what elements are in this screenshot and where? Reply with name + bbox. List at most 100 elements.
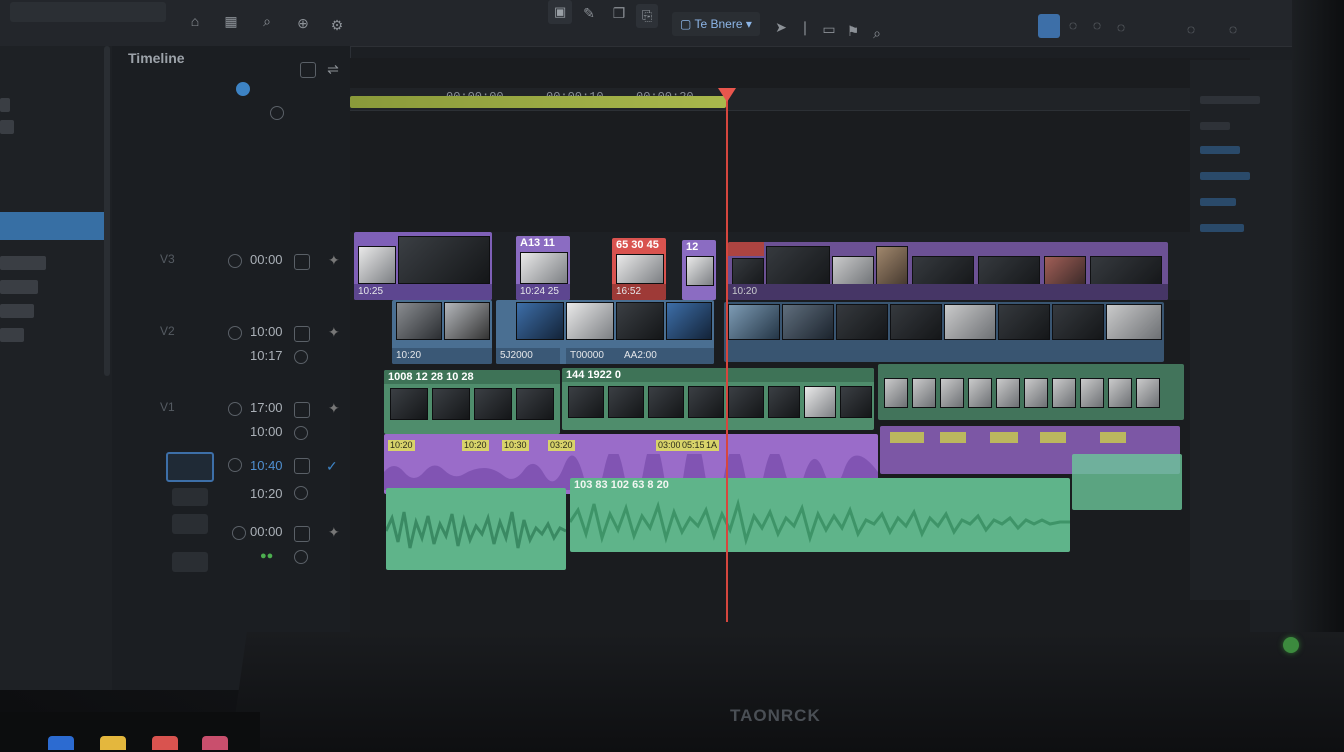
pen-tool-icon[interactable]: ✎ [578, 2, 600, 24]
search-icon[interactable]: ⌕ [256, 10, 278, 32]
sidebar-item[interactable] [0, 304, 34, 318]
select-tool-button[interactable]: ▣ [548, 0, 573, 24]
sidebar-scrollbar[interactable] [104, 46, 110, 376]
audio-channel-button[interactable] [172, 514, 208, 534]
flag-icon[interactable]: ⚑ [842, 20, 864, 42]
inspector-row[interactable] [1200, 146, 1240, 154]
audio-tag-marker [1040, 432, 1066, 443]
timeline-area[interactable]: 00:00:00 00:00:10 00:00:20 10:25 A13 11 … [350, 58, 1250, 690]
inspector-row[interactable] [1200, 122, 1230, 130]
in-out-range-bar[interactable] [350, 96, 726, 108]
copy-icon[interactable]: ❐ [608, 2, 630, 24]
mute-icon[interactable]: ✦ [328, 252, 340, 269]
mute-icon[interactable]: ✦ [328, 400, 340, 417]
sidebar-item[interactable] [0, 98, 10, 112]
visibility-icon[interactable] [228, 458, 242, 472]
paste-button[interactable]: ⎘ [636, 4, 659, 28]
video-clip[interactable]: 10:25 [354, 232, 492, 300]
clip-header: 1008 12 28 10 28 [384, 370, 560, 384]
clip-label: 10:24 25 [516, 284, 570, 300]
playhead-line[interactable] [726, 88, 728, 622]
playhead-handle[interactable] [718, 88, 736, 102]
audio-clip[interactable]: 103 83 102 63 8 20 [570, 478, 1070, 552]
home-icon[interactable]: ⌂ [184, 10, 206, 32]
checkmark-icon[interactable]: ✓ [326, 458, 338, 475]
desk-area [0, 712, 260, 752]
layout-icon[interactable]: ◌ [1062, 14, 1084, 36]
audio-clip[interactable] [386, 488, 566, 570]
lock-button[interactable] [294, 326, 310, 342]
sidebar-item-selected[interactable] [0, 212, 106, 240]
visibility-icon[interactable] [228, 326, 242, 340]
user-icon[interactable]: ◌ [1222, 18, 1244, 40]
clip-thumbnail [836, 304, 888, 340]
panel-icon[interactable]: ◌ [1086, 14, 1108, 36]
mute-icon[interactable]: ✦ [328, 324, 340, 341]
visibility-icon[interactable] [228, 254, 242, 268]
audio-channel-button[interactable] [172, 488, 208, 506]
visibility-icon[interactable] [228, 402, 242, 416]
video-clip[interactable]: 1008 12 28 10 28 [384, 370, 560, 434]
snap-toggle[interactable] [236, 82, 250, 96]
track-time: 00:00 [250, 524, 283, 539]
lock-button[interactable] [294, 526, 310, 542]
solo-button[interactable] [294, 486, 308, 500]
inspector-row[interactable] [1200, 224, 1244, 232]
grid-icon[interactable]: ▦ [220, 10, 242, 32]
video-clip[interactable] [724, 302, 1164, 362]
clip-thumbnail [1108, 378, 1132, 408]
video-clip[interactable]: 5J2000 T00000 AA2:00 [496, 300, 714, 364]
video-clip[interactable] [878, 364, 1184, 420]
lock-button[interactable] [294, 458, 310, 474]
video-clip[interactable]: 10:20 [392, 300, 492, 364]
taskbar-app-icon[interactable] [48, 736, 74, 750]
link-icon[interactable]: ⇌ [322, 58, 344, 80]
video-clip[interactable]: A13 11 10:24 25 [516, 236, 570, 300]
mute-icon[interactable]: ✦ [328, 524, 340, 541]
view-toggle-button[interactable] [1038, 14, 1060, 38]
sidebar-item[interactable] [0, 280, 38, 294]
clip-icon[interactable]: ▭ [818, 18, 840, 40]
taskbar-app-icon[interactable] [152, 736, 178, 750]
add-icon[interactable]: ⊕ [292, 12, 314, 34]
video-clip[interactable]: 65 30 45 16:52 [612, 238, 666, 300]
monitor-brand-logo: TAONRCK [730, 706, 821, 725]
clip-thumbnail [666, 302, 712, 340]
settings-icon[interactable]: ⚙ [326, 14, 348, 36]
options-icon[interactable]: ◌ [1110, 16, 1132, 38]
help-icon[interactable]: ◌ [1180, 18, 1202, 40]
lock-button[interactable] [294, 402, 310, 418]
inspector-row[interactable] [1200, 198, 1236, 206]
solo-button[interactable] [294, 350, 308, 364]
sidebar-item[interactable] [0, 120, 14, 134]
taskbar-app-icon[interactable] [100, 736, 126, 750]
clip-thumbnail [608, 386, 644, 418]
sidebar-item[interactable] [0, 328, 24, 342]
add-track-button[interactable] [300, 62, 316, 78]
marker-icon[interactable]: ❘ [794, 16, 816, 38]
settings-icon[interactable] [270, 106, 284, 120]
search-input[interactable] [10, 2, 166, 22]
audio-tag: 03:20 [548, 440, 575, 451]
sidebar-item[interactable] [0, 256, 46, 270]
audio-clip[interactable] [1072, 454, 1182, 510]
taskbar-app-icon[interactable] [202, 736, 228, 750]
inspector-row[interactable] [1200, 172, 1250, 180]
video-clip[interactable]: 10:20 [728, 242, 1168, 300]
audio-meter-button[interactable] [166, 452, 214, 482]
audio-channel-button[interactable] [172, 552, 208, 572]
audio-tag-marker [940, 432, 966, 443]
clip-thumbnail [912, 378, 936, 408]
arrow-icon[interactable]: ➤ [770, 16, 792, 38]
video-clip[interactable]: 12 [682, 240, 716, 300]
visibility-icon[interactable] [232, 526, 246, 540]
power-led-icon [1283, 637, 1299, 653]
clip-thumbnail [568, 386, 604, 418]
solo-button[interactable] [294, 426, 308, 440]
video-clip[interactable]: 144 1922 0 [562, 368, 874, 430]
solo-button[interactable] [294, 550, 308, 564]
zoom-icon[interactable]: ⌕ [866, 22, 888, 44]
lock-button[interactable] [294, 254, 310, 270]
project-selector[interactable]: ▢ Te Bnere ▾ [672, 12, 760, 36]
inspector-row[interactable] [1200, 96, 1260, 104]
